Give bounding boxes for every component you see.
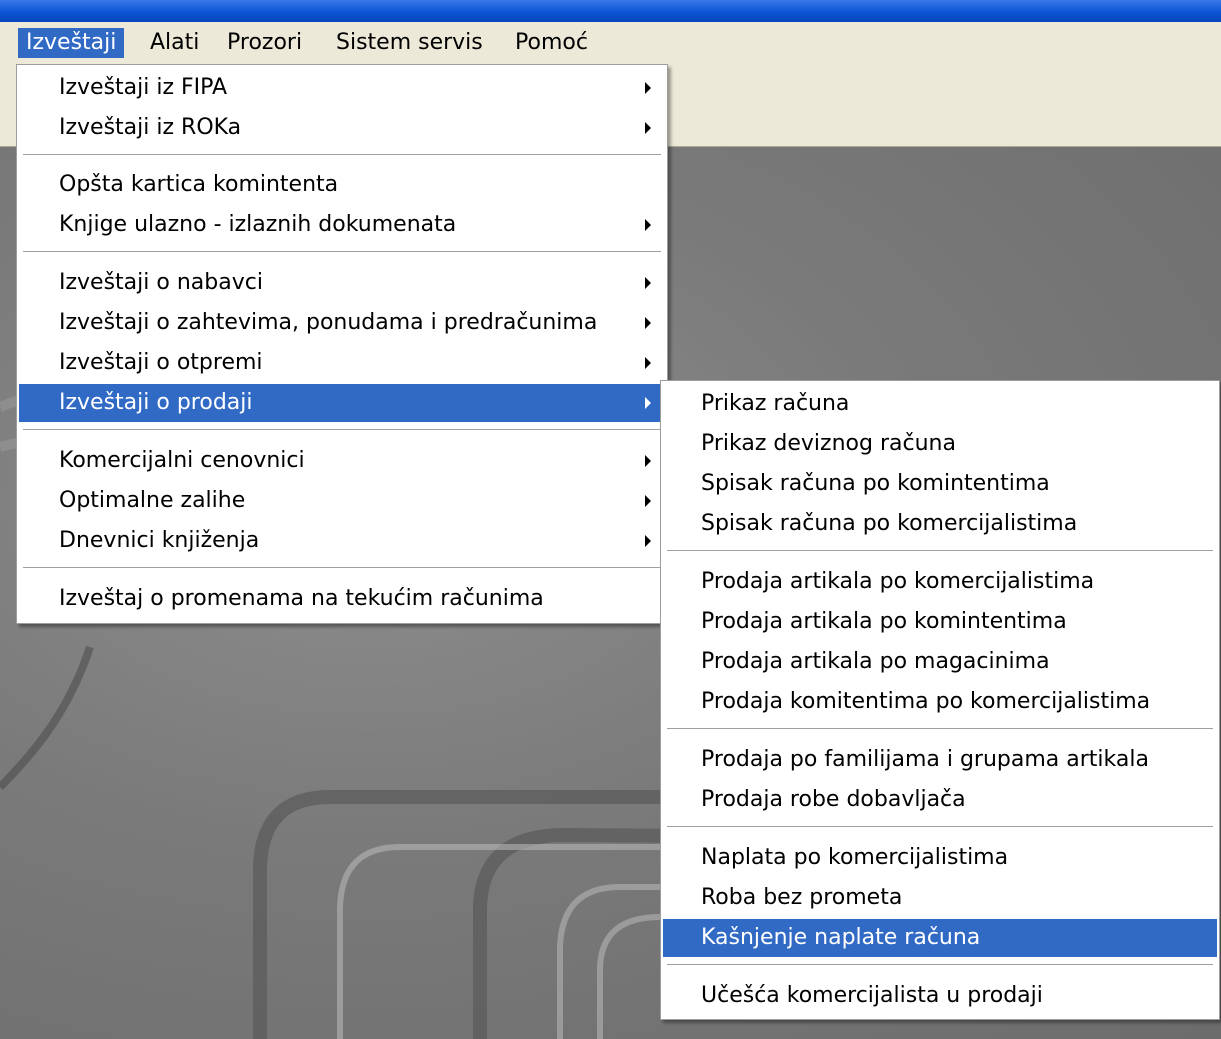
submenu-item-ucesca-komercijalista[interactable]: Učešća komercijalista u prodaji [663, 977, 1217, 1015]
menu-item-label: Knjige ulazno - izlaznih dokumenata [59, 212, 457, 237]
menu-item-label: Komercijalni cenovnici [59, 448, 305, 473]
sales-reports-submenu: Prikaz računa Prikaz deviznog računa Spi… [660, 380, 1220, 1020]
menu-item-label: Izveštaji iz FIPA [59, 75, 228, 100]
application-window: Izveštaji Alati Prozori Sistem servis Po… [0, 0, 1221, 1039]
submenu-item-prikaz-racuna[interactable]: Prikaz računa [663, 385, 1217, 423]
submenu-arrow-icon [645, 82, 651, 94]
submenu-item-prodaja-po-familijama[interactable]: Prodaja po familijama i grupama artikala [663, 741, 1217, 779]
submenu-item-spisak-racuna-po-komintentima[interactable]: Spisak računa po komintentima [663, 465, 1217, 503]
submenu-item-prodaja-artikala-po-komercijalistima[interactable]: Prodaja artikala po komercijalistima [663, 563, 1217, 601]
submenu-arrow-icon [645, 219, 651, 231]
menu-separator [23, 251, 661, 252]
title-bar [0, 0, 1221, 22]
menu-separator [667, 728, 1213, 729]
submenu-arrow-icon [645, 357, 651, 369]
submenu-arrow-icon [645, 455, 651, 467]
menu-item-label: Izveštaji o nabavci [59, 270, 263, 295]
menu-item-label: Izveštaji o prodaji [59, 390, 253, 415]
menubar-izvestaji[interactable]: Izveštaji [18, 28, 125, 58]
menu-item-label: Izveštaj o promenama na tekućim računima [59, 586, 544, 611]
submenu-item-spisak-racuna-po-komercijalistima[interactable]: Spisak računa po komercijalistima [663, 505, 1217, 543]
menu-item-izvestaj-o-promenama[interactable]: Izveštaj o promenama na tekućim računima [19, 580, 665, 618]
submenu-arrow-icon [645, 535, 651, 547]
menu-item-label: Optimalne zalihe [59, 488, 246, 513]
menu-item-label: Izveštaji o otpremi [59, 350, 263, 375]
menu-item-opsta-kartica-komintenta[interactable]: Opšta kartica komintenta [19, 166, 665, 204]
submenu-item-prodaja-komitentima-po-komercijalistima[interactable]: Prodaja komitentima po komercijalistima [663, 683, 1217, 721]
menu-item-izvestaji-o-otpremi[interactable]: Izveštaji o otpremi [19, 344, 665, 382]
submenu-item-prikaz-deviznog-racuna[interactable]: Prikaz deviznog računa [663, 425, 1217, 463]
menu-item-izvestaji-o-prodaji[interactable]: Izveštaji o prodaji [19, 384, 665, 422]
menu-separator [23, 567, 661, 568]
menubar-alati[interactable]: Alati [142, 28, 207, 58]
menu-item-knjige-ulazno-izlaznih[interactable]: Knjige ulazno - izlaznih dokumenata [19, 206, 665, 244]
menu-item-dnevnici-knjizenja[interactable]: Dnevnici knjiženja [19, 522, 665, 560]
submenu-item-prodaja-artikala-po-magacinima[interactable]: Prodaja artikala po magacinima [663, 643, 1217, 681]
submenu-arrow-icon [645, 122, 651, 134]
submenu-arrow-icon [645, 495, 651, 507]
menu-item-izvestaji-o-nabavci[interactable]: Izveštaji o nabavci [19, 264, 665, 302]
menu-item-label: Opšta kartica komintenta [59, 172, 339, 197]
menu-separator [667, 964, 1213, 965]
menubar-pomoc[interactable]: Pomoć [507, 28, 596, 58]
menu-separator [23, 154, 661, 155]
submenu-item-roba-bez-prometa[interactable]: Roba bez prometa [663, 879, 1217, 917]
submenu-item-naplata-po-komercijalistima[interactable]: Naplata po komercijalistima [663, 839, 1217, 877]
submenu-item-prodaja-artikala-po-komintentima[interactable]: Prodaja artikala po komintentima [663, 603, 1217, 641]
menubar-prozori[interactable]: Prozori [219, 28, 310, 58]
menu-separator [667, 550, 1213, 551]
menu-item-izvestaji-o-zahtevima[interactable]: Izveštaji o zahtevima, ponudama i predra… [19, 304, 665, 342]
submenu-arrow-icon [645, 277, 651, 289]
menu-separator [667, 826, 1213, 827]
menu-item-label: Dnevnici knjiženja [59, 528, 260, 553]
menu-item-izvestaji-iz-fipa[interactable]: Izveštaji iz FIPA [19, 69, 665, 107]
menu-item-label: Izveštaji o zahtevima, ponudama i predra… [59, 310, 598, 335]
menu-bar: Izveštaji Alati Prozori Sistem servis Po… [0, 22, 1221, 65]
menu-item-izvestaji-iz-roka[interactable]: Izveštaji iz ROKa [19, 109, 665, 147]
submenu-arrow-icon [645, 317, 651, 329]
menu-item-label: Izveštaji iz ROKa [59, 115, 242, 140]
menu-item-komercijalni-cenovnici[interactable]: Komercijalni cenovnici [19, 442, 665, 480]
reports-dropdown-menu: Izveštaji iz FIPA Izveštaji iz ROKa Opšt… [16, 64, 668, 624]
menu-item-optimalne-zalihe[interactable]: Optimalne zalihe [19, 482, 665, 520]
menu-separator [23, 429, 661, 430]
submenu-item-kasnjenje-naplate-racuna[interactable]: Kašnjenje naplate računa [663, 919, 1217, 957]
submenu-item-prodaja-robe-dobavljaca[interactable]: Prodaja robe dobavljača [663, 781, 1217, 819]
menubar-sistem-servis[interactable]: Sistem servis [328, 28, 491, 58]
submenu-arrow-icon [645, 397, 651, 409]
